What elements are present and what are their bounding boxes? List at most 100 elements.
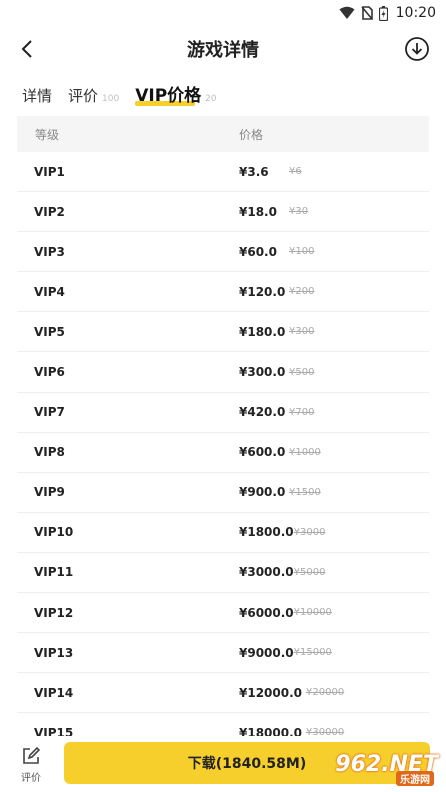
table-header: 等级 价格: [17, 116, 429, 152]
current-price: ¥3.6: [239, 164, 269, 179]
vip-level: VIP3: [34, 244, 65, 259]
original-price: ¥5000: [293, 566, 326, 578]
tab-reviews[interactable]: 评价 100: [68, 85, 119, 106]
current-price: ¥180.0: [239, 324, 286, 339]
vip-level: VIP10: [34, 525, 74, 540]
page-title: 游戏详情: [187, 40, 259, 61]
price-cell: ¥3000.0 ¥5000: [239, 565, 325, 579]
vip-level: VIP9: [34, 485, 65, 500]
price-cell: ¥180.0 ¥300: [239, 325, 314, 339]
vip-level: VIP1: [34, 164, 65, 179]
price-cell: ¥1800.0 ¥3000: [239, 525, 325, 539]
original-price: ¥300: [289, 326, 315, 338]
tab-label: 详情: [22, 87, 53, 105]
price-cell: ¥900.0 ¥1500: [239, 485, 321, 499]
table-row: VIP7 ¥420.0 ¥700: [17, 393, 429, 433]
header-level: 等级: [35, 127, 60, 142]
table-row: VIP6 ¥300.0 ¥500: [17, 352, 429, 393]
table-row: VIP2 ¥18.0 ¥30: [17, 192, 429, 233]
price-cell: ¥3.6 ¥6: [239, 165, 302, 179]
price-cell: ¥120.0 ¥200: [239, 285, 314, 299]
vip-level: VIP14: [34, 685, 74, 700]
original-price: ¥500: [289, 366, 315, 378]
original-price: ¥30: [289, 206, 309, 218]
tab-count: 100: [102, 94, 120, 104]
download-circle-icon: [405, 37, 429, 61]
tab-bar: 详情 评价 100 VIP价格 20: [0, 72, 446, 116]
current-price: ¥3000.0: [239, 565, 294, 580]
current-price: ¥18.0: [239, 204, 277, 219]
review-button[interactable]: 评价: [0, 744, 62, 784]
original-price: ¥20000: [306, 687, 345, 699]
price-cell: ¥9000.0 ¥15000: [239, 646, 332, 660]
price-cell: ¥18000.0 ¥30000: [239, 726, 344, 736]
back-arrow-icon: [21, 40, 32, 58]
original-price: ¥700: [289, 406, 315, 418]
table-row: VIP13 ¥9000.0 ¥15000: [17, 633, 429, 674]
original-price: ¥1000: [289, 446, 321, 458]
price-cell: ¥300.0 ¥500: [239, 365, 314, 379]
current-price: ¥60.0: [239, 244, 277, 259]
vip-level: VIP15: [34, 725, 74, 736]
original-price: ¥6: [289, 166, 302, 178]
status-time: 10:20: [395, 5, 436, 21]
current-price: ¥18000.0: [239, 725, 303, 736]
vip-level: VIP13: [34, 645, 74, 660]
status-icons: [339, 5, 388, 21]
status-bar: 10:20: [0, 0, 446, 26]
table-row: VIP15 ¥18000.0 ¥30000: [17, 713, 429, 736]
table-body: VIP1 ¥3.6 ¥6 VIP2 ¥18.0 ¥30 VIP3 ¥60.0 ¥100 VIP4 ¥…: [17, 152, 429, 736]
vip-level: VIP4: [34, 284, 65, 299]
no-sim-icon: [361, 6, 373, 20]
current-price: ¥900.0: [239, 485, 286, 500]
original-price: ¥3000: [293, 526, 326, 538]
current-price: ¥6000.0: [239, 605, 294, 620]
edit-review-icon: [23, 746, 41, 764]
tab-vip-price[interactable]: VIP价格 20: [135, 81, 217, 106]
table-row: VIP8 ¥600.0 ¥1000: [17, 433, 429, 473]
table-row: VIP3 ¥60.0 ¥100: [17, 232, 429, 273]
original-price: ¥15000: [293, 647, 332, 659]
current-price: ¥1800.0: [239, 525, 294, 540]
table-row: VIP11 ¥3000.0 ¥5000: [17, 553, 429, 594]
table-row: VIP12 ¥6000.0 ¥10000: [17, 593, 429, 634]
original-price: ¥200: [289, 286, 315, 298]
original-price: ¥1500: [289, 486, 321, 498]
table-row: VIP14 ¥12000.0 ¥20000: [17, 673, 429, 714]
price-cell: ¥6000.0 ¥10000: [239, 606, 332, 620]
table-row: VIP5 ¥180.0 ¥300: [17, 312, 429, 353]
vip-price-list[interactable]: 等级 价格 VIP1 ¥3.6 ¥6 VIP2 ¥18.0 ¥30 VIP3 ¥60.0 ¥10…: [17, 116, 429, 736]
price-cell: ¥18.0 ¥30: [239, 205, 308, 219]
current-price: ¥600.0: [239, 445, 286, 460]
vip-level: VIP11: [34, 565, 74, 580]
vip-level: VIP6: [34, 365, 65, 380]
table-row: VIP4 ¥120.0 ¥200: [17, 272, 429, 313]
title-bar: 游戏详情: [0, 26, 446, 72]
download-header-button[interactable]: [404, 36, 430, 62]
battery-icon: [378, 5, 388, 21]
watermark-subtext: 乐游网: [396, 771, 434, 786]
current-price: ¥12000.0: [239, 685, 303, 700]
watermark-logo: 962.NET 乐游网: [308, 742, 438, 786]
table-row: VIP10 ¥1800.0 ¥3000: [17, 513, 429, 553]
table-row: VIP9 ¥900.0 ¥1500: [17, 473, 429, 513]
vip-level: VIP8: [34, 445, 65, 460]
original-price: ¥30000: [306, 727, 345, 736]
current-price: ¥420.0: [239, 405, 286, 420]
review-label: 评价: [21, 773, 41, 784]
tab-count: 20: [205, 94, 217, 104]
table-row: VIP1 ¥3.6 ¥6: [17, 152, 429, 193]
vip-level: VIP5: [34, 324, 65, 339]
current-price: ¥9000.0: [239, 645, 294, 660]
original-price: ¥10000: [293, 607, 332, 619]
back-button[interactable]: [14, 36, 40, 62]
wifi-icon: [339, 6, 355, 19]
bottom-bar: 评价 下载(1840.58M) 962.NET 乐游网: [0, 736, 446, 792]
price-cell: ¥420.0 ¥700: [239, 405, 314, 419]
header-price: 价格: [239, 127, 264, 142]
tab-label: VIP价格: [135, 86, 202, 106]
tab-details[interactable]: 详情: [22, 85, 52, 106]
price-cell: ¥60.0 ¥100: [239, 245, 314, 259]
current-price: ¥300.0: [239, 365, 286, 380]
current-price: ¥120.0: [239, 284, 286, 299]
